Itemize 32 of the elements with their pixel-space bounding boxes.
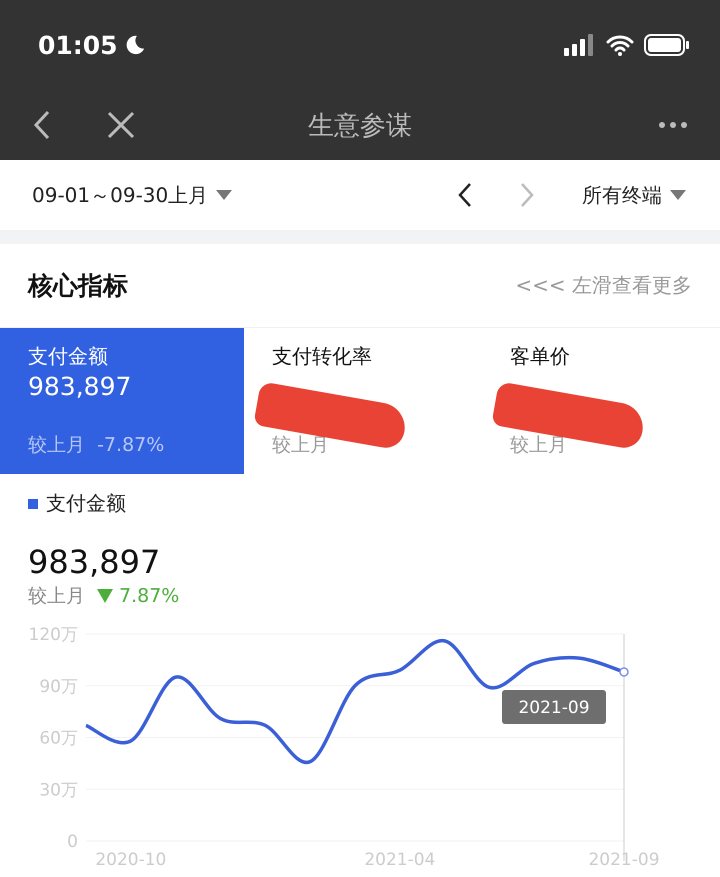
terminal-dropdown[interactable]: 所有终端 — [578, 178, 690, 212]
change-value: 7.87% — [119, 585, 180, 607]
swipe-hint: <<< 左滑查看更多 — [515, 272, 692, 299]
metric-compare: 较上月 — [510, 433, 568, 458]
metric-compare: 较上月 -7.87% — [28, 433, 166, 458]
close-icon — [106, 110, 136, 140]
metric-title: 支付转化率 — [272, 344, 372, 368]
metric-value: 983,897 — [28, 543, 162, 581]
metric-compare: 较上月 — [272, 433, 330, 458]
metric-title: 支付金额 — [28, 344, 109, 368]
date-range-dropdown[interactable]: 09-01～09-30上月 — [28, 178, 236, 212]
compare-label: 较上月 — [28, 584, 85, 609]
page-title: 生意参谋 — [307, 110, 413, 142]
more-icon — [658, 121, 688, 129]
back-icon — [32, 110, 52, 140]
caret-icon — [216, 190, 232, 200]
tooltip-text: 2021-09 — [518, 698, 590, 718]
caret-icon — [670, 190, 686, 200]
status-time: 01:05 — [38, 30, 118, 60]
chevron-left-icon — [458, 182, 472, 208]
metric-title: 客单价 — [510, 344, 571, 368]
signal-icon — [564, 34, 596, 56]
metric-value: 983,897 — [28, 372, 132, 401]
legend-label: 支付金额 — [46, 490, 126, 517]
section-title: 核心指标 — [28, 270, 128, 302]
data-point — [619, 667, 629, 677]
moon-icon — [124, 34, 146, 56]
battery-icon — [644, 33, 690, 57]
wifi-icon — [606, 34, 634, 56]
legend-marker — [28, 498, 38, 508]
metric-tab[interactable]: 支付金额 983,897 较上月 -7.87% — [0, 328, 244, 474]
chevron-right-icon — [520, 182, 534, 208]
